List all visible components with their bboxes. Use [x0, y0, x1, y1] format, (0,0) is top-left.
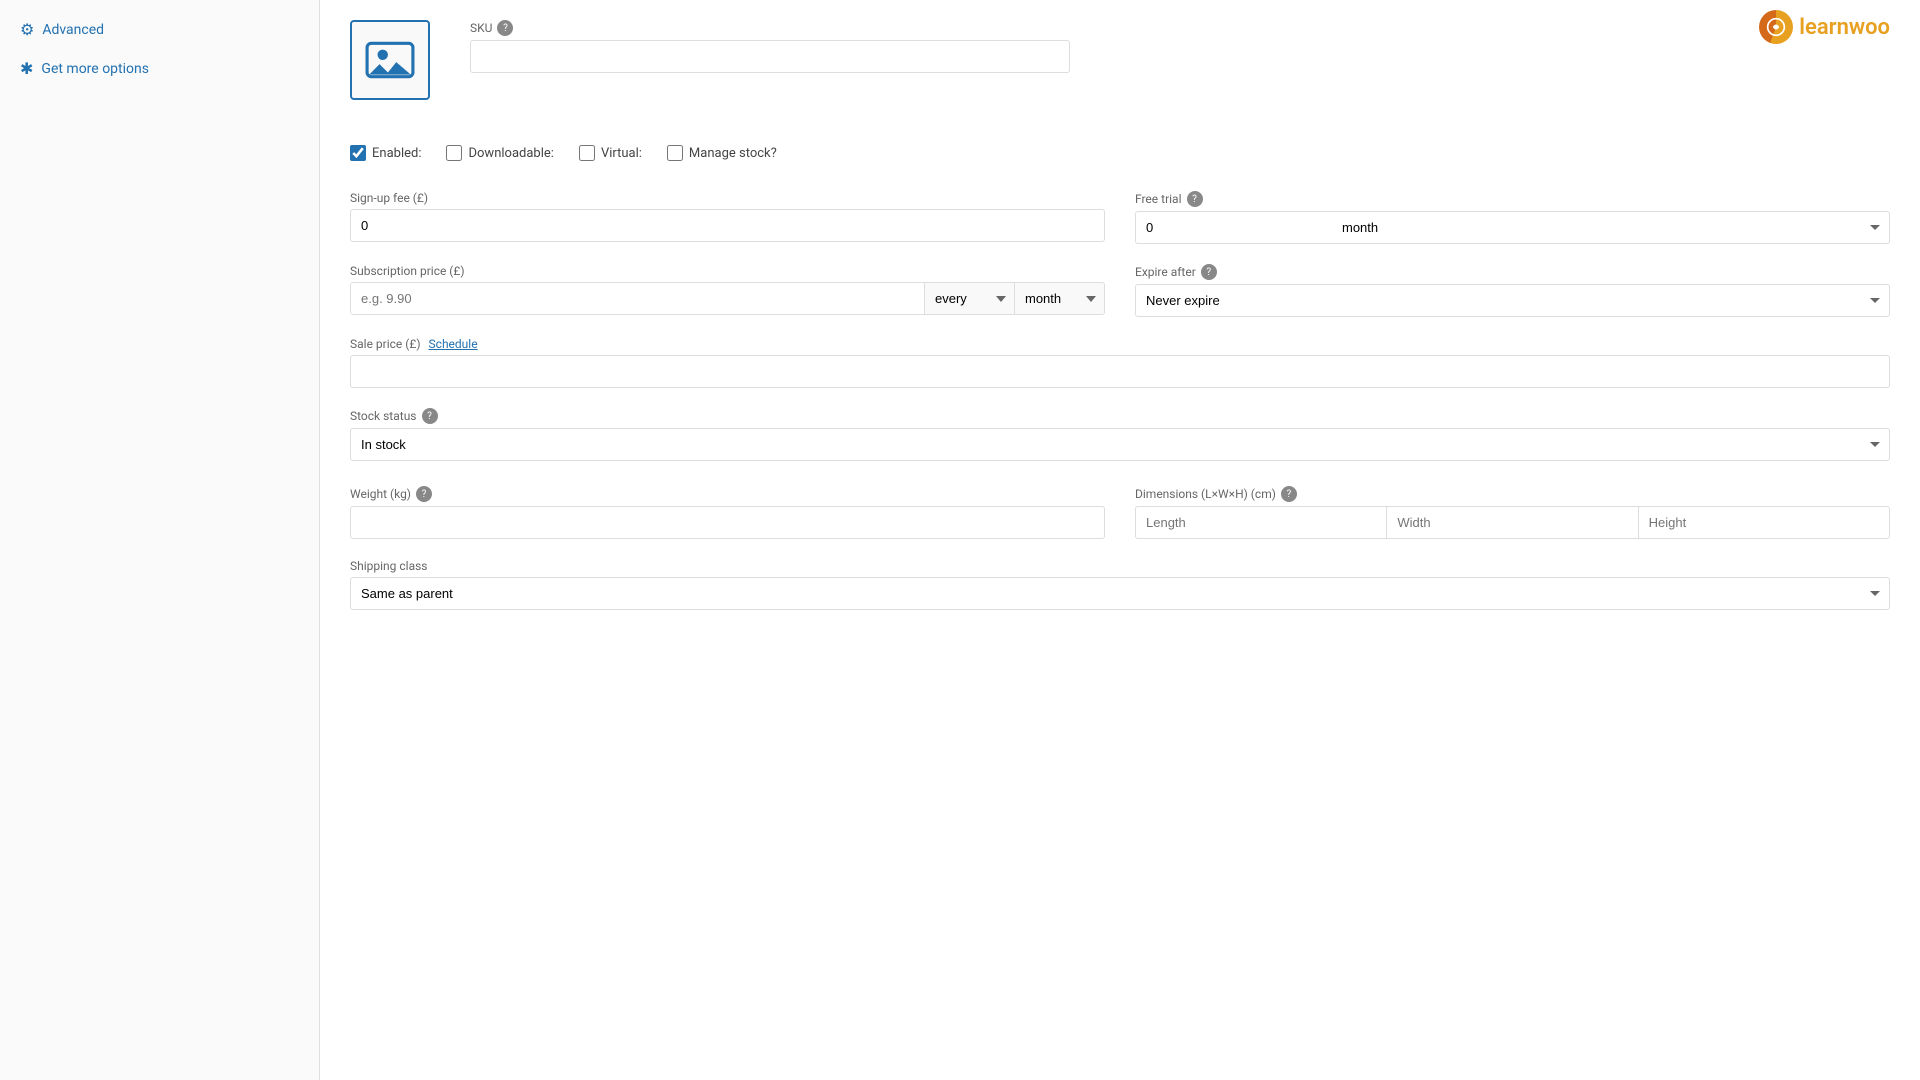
- downloadable-checkbox-item[interactable]: Downloadable:: [446, 145, 553, 161]
- expire-after-select[interactable]: Never expire 1 month 2 months 3 months 6…: [1135, 284, 1890, 317]
- shipping-class-group: Shipping class Same as parent: [350, 559, 1890, 610]
- sale-price-label-row: Sale price (£) Schedule: [350, 337, 1890, 351]
- virtual-checkbox[interactable]: [579, 145, 595, 161]
- gear-icon: ⚙: [20, 20, 34, 39]
- free-trial-group: Free trial ? day week month year: [1135, 191, 1890, 244]
- checkboxes-row: Enabled: Downloadable: Virtual: Manage s…: [350, 140, 1890, 166]
- sidebar-item-get-more-label: Get more options: [41, 61, 149, 77]
- expire-after-wrapper: Never expire 1 month 2 months 3 months 6…: [1135, 284, 1890, 317]
- enabled-checkbox[interactable]: [350, 145, 366, 161]
- length-input[interactable]: [1135, 506, 1386, 539]
- signup-free-trial-row: Sign-up fee (£) Free trial ? day week mo…: [350, 191, 1890, 244]
- sidebar: ⚙ Advanced ✱ Get more options: [0, 0, 320, 1080]
- signup-fee-input[interactable]: [350, 209, 1105, 242]
- subscription-expire-row: Subscription price (£) every every 2 eve…: [350, 264, 1890, 317]
- enabled-label: Enabled:: [372, 146, 421, 161]
- sale-price-group: Sale price (£) Schedule: [350, 337, 1890, 388]
- virtual-label: Virtual:: [601, 146, 642, 161]
- weight-input[interactable]: [350, 506, 1105, 539]
- logo-text: learnwoo: [1799, 15, 1890, 40]
- signup-fee-group: Sign-up fee (£): [350, 191, 1105, 244]
- enabled-checkbox-item[interactable]: Enabled:: [350, 145, 421, 161]
- weight-label: Weight (kg) ?: [350, 486, 1105, 502]
- sku-help-icon[interactable]: ?: [497, 20, 513, 36]
- top-row: SKU ?: [350, 20, 1890, 120]
- dimensions-group: Dimensions (L×W×H) (cm) ?: [1135, 486, 1890, 539]
- free-trial-inputs: day week month year: [1135, 211, 1890, 244]
- manage-stock-label: Manage stock?: [689, 146, 777, 161]
- subscription-price-label: Subscription price (£): [350, 264, 1105, 278]
- subscription-every-select[interactable]: every every 2 every 3 every 4 every 5 ev…: [924, 283, 1014, 314]
- main-content: learnwoo SKU ?: [320, 0, 1920, 1080]
- stock-status-help-icon[interactable]: ?: [422, 408, 438, 424]
- subscription-period-select[interactable]: day week month year: [1014, 283, 1104, 314]
- downloadable-label: Downloadable:: [468, 146, 553, 161]
- sidebar-item-get-more-options[interactable]: ✱ Get more options: [0, 49, 319, 88]
- weight-group: Weight (kg) ?: [350, 486, 1105, 539]
- dimensions-inputs: [1135, 506, 1890, 539]
- sale-price-input[interactable]: [350, 355, 1890, 388]
- product-image[interactable]: [350, 20, 430, 100]
- stock-status-group: Stock status ? In stock Out of stock On …: [350, 408, 1890, 461]
- sku-group: SKU ?: [470, 20, 1890, 73]
- free-trial-value-input[interactable]: [1135, 211, 1332, 244]
- subscription-price-inputs: every every 2 every 3 every 4 every 5 ev…: [350, 282, 1105, 315]
- weight-help-icon[interactable]: ?: [416, 486, 432, 502]
- sku-input[interactable]: [470, 40, 1070, 73]
- stock-status-label: Stock status ?: [350, 408, 1890, 424]
- sidebar-item-advanced[interactable]: ⚙ Advanced: [0, 10, 319, 49]
- width-input[interactable]: [1386, 506, 1637, 539]
- shipping-class-label: Shipping class: [350, 559, 1890, 573]
- expire-after-label: Expire after ?: [1135, 264, 1890, 280]
- stock-status-wrapper: In stock Out of stock On backorder: [350, 428, 1890, 461]
- logo-learn: learnwoo: [1799, 15, 1890, 40]
- free-trial-period-select[interactable]: day week month year: [1332, 211, 1890, 244]
- manage-stock-checkbox[interactable]: [667, 145, 683, 161]
- signup-fee-label: Sign-up fee (£): [350, 191, 1105, 205]
- shipping-class-wrapper: Same as parent: [350, 577, 1890, 610]
- sidebar-item-advanced-label: Advanced: [42, 22, 104, 38]
- free-trial-label: Free trial ?: [1135, 191, 1890, 207]
- subscription-price-group: Subscription price (£) every every 2 eve…: [350, 264, 1105, 317]
- expire-after-group: Expire after ? Never expire 1 month 2 mo…: [1135, 264, 1890, 317]
- shipping-class-select[interactable]: Same as parent: [350, 577, 1890, 610]
- app-layout: ⚙ Advanced ✱ Get more options learnwoo: [0, 0, 1920, 1080]
- sku-label: SKU ?: [470, 20, 1890, 36]
- logo-circle: [1759, 10, 1793, 44]
- schedule-link[interactable]: Schedule: [429, 337, 478, 351]
- weight-dimensions-row: Weight (kg) ? Dimensions (L×W×H) (cm) ?: [350, 486, 1890, 539]
- free-trial-help-icon[interactable]: ?: [1187, 191, 1203, 207]
- dimensions-help-icon[interactable]: ?: [1281, 486, 1297, 502]
- expire-after-help-icon[interactable]: ?: [1201, 264, 1217, 280]
- dimensions-label: Dimensions (L×W×H) (cm) ?: [1135, 486, 1890, 502]
- logo: learnwoo: [1759, 10, 1890, 44]
- subscription-price-input[interactable]: [351, 283, 924, 314]
- height-input[interactable]: [1638, 506, 1890, 539]
- virtual-checkbox-item[interactable]: Virtual:: [579, 145, 642, 161]
- downloadable-checkbox[interactable]: [446, 145, 462, 161]
- stock-status-select[interactable]: In stock Out of stock On backorder: [350, 428, 1890, 461]
- manage-stock-checkbox-item[interactable]: Manage stock?: [667, 145, 777, 161]
- free-trial-period-wrapper: day week month year: [1332, 211, 1890, 244]
- plugin-icon: ✱: [20, 59, 33, 78]
